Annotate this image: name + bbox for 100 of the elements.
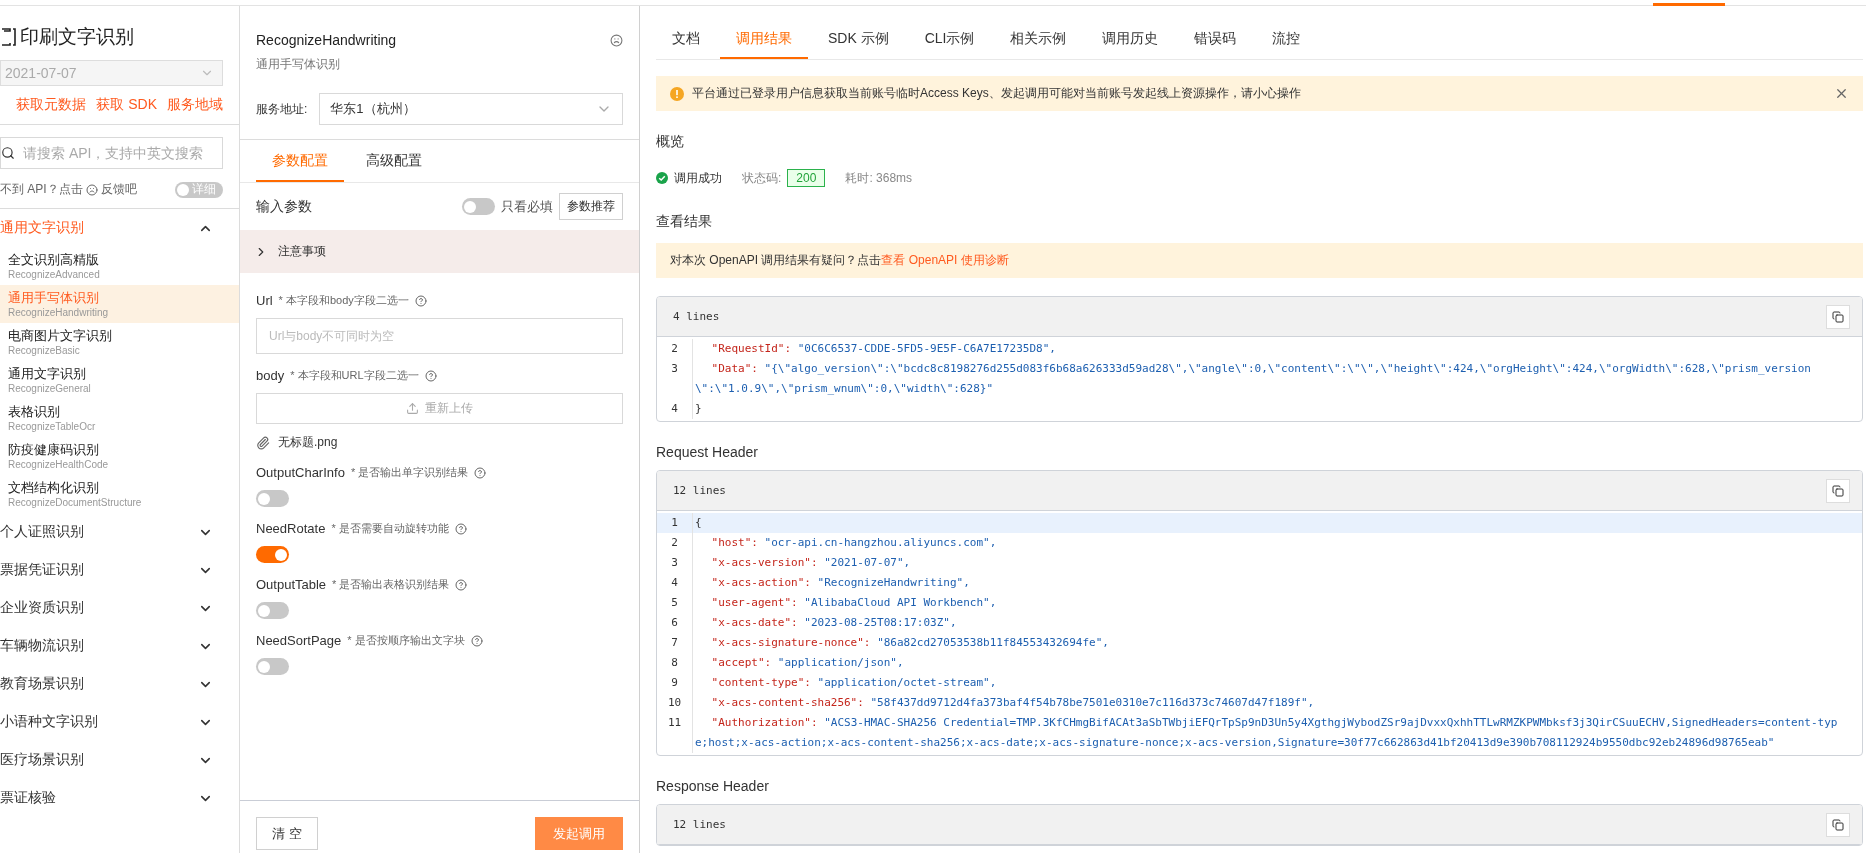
result-tab[interactable]: 相关示例 bbox=[994, 6, 1083, 59]
paperclip-icon bbox=[256, 435, 270, 450]
tab-underline bbox=[1653, 3, 1725, 6]
elapsed-time: 耗时: 368ms bbox=[845, 169, 913, 187]
param-name: NeedRotate bbox=[256, 521, 326, 536]
category-header[interactable]: 企业资质识别 bbox=[0, 589, 239, 627]
api-subtitle: 通用手写体识别 bbox=[256, 56, 341, 73]
close-icon[interactable] bbox=[1834, 86, 1849, 101]
category-header[interactable]: 教育场景识别 bbox=[0, 665, 239, 703]
frown-icon bbox=[85, 183, 98, 196]
category-label: 票据凭证识别 bbox=[0, 561, 84, 579]
search-field[interactable]: 请搜索 API，支持中英文搜索 bbox=[0, 137, 223, 169]
diagnosis-text: 对本次 OpenAPI 调用结果有疑问？点击 bbox=[670, 252, 882, 269]
frown-icon[interactable] bbox=[610, 33, 623, 47]
result-tab[interactable]: 调用历史 bbox=[1086, 6, 1175, 59]
feedback-link[interactable]: 反馈吧 bbox=[100, 181, 137, 198]
category-header[interactable]: 小语种文字识别 bbox=[0, 703, 239, 741]
param-note: * 是否输出单字识别结果 bbox=[350, 465, 469, 480]
url-input[interactable]: Url与body不可同时为空 bbox=[256, 318, 623, 354]
category-label: 企业资质识别 bbox=[0, 599, 84, 617]
param-name: Url bbox=[256, 293, 273, 308]
endpoint-label: 服务地址: bbox=[256, 100, 308, 118]
section-title: 概览 bbox=[656, 133, 685, 151]
toggle-switch[interactable] bbox=[256, 658, 289, 675]
param-note: * 是否输出表格识别结果 bbox=[332, 577, 450, 592]
result-tab[interactable]: 文档 bbox=[656, 6, 716, 59]
clear-button[interactable]: 清 空 bbox=[256, 817, 318, 850]
api-item[interactable]: 表格识别 RecognizeTableOcr bbox=[0, 399, 239, 437]
copy-button[interactable] bbox=[1826, 812, 1850, 837]
line-count: 4 lines bbox=[673, 310, 720, 323]
search-icon bbox=[1, 146, 15, 160]
switch-label: 只看必填 bbox=[501, 197, 553, 216]
line-number: 7 bbox=[657, 633, 693, 653]
line-number: 3 bbox=[657, 359, 693, 399]
line-number: 2 bbox=[657, 533, 693, 553]
api-item[interactable]: 通用文字识别 RecognizeGeneral bbox=[0, 361, 239, 399]
status-code-label: 状态码: bbox=[742, 169, 782, 187]
check-circle-icon bbox=[656, 172, 668, 184]
param-note: * 是否按顺序输出文字块 bbox=[347, 633, 465, 648]
line-number: 10 bbox=[657, 693, 693, 713]
category-header[interactable]: 票据凭证识别 bbox=[0, 551, 239, 589]
category-header[interactable]: 票证核验 bbox=[0, 779, 239, 817]
code-line: "accept": "application/json", bbox=[710, 655, 905, 671]
warning-text: 平台通过已登录用户信息获取当前账号临时Access Keys、发起调用可能对当前账号发起线上资源操作，请小心操作 bbox=[692, 85, 1302, 102]
product-title: 印刷文字识别 bbox=[20, 25, 134, 49]
category-label: 医疗场景识别 bbox=[0, 751, 84, 769]
help-icon bbox=[454, 522, 467, 535]
api-item[interactable]: 全文识别高精版 RecognizeAdvanced bbox=[0, 247, 239, 285]
code-line: "Data": "{\"algo_version\":\"bcdc8c8198276d255d083f6b68a626333d59ad28\",\"angle\":0,\"content\":\"\",\"height\":424,\"orgHeight\":424,\"orgWidth\":628,\"prism_version\":\"1.0.9\",\"prism_wnum\":0,\"width\":628}" bbox=[694, 361, 1812, 397]
param-note: * 本字段和URL字段二选一 bbox=[290, 368, 419, 383]
toggle-switch[interactable] bbox=[256, 490, 289, 507]
feedback-text: 不到 API？点击 bbox=[0, 181, 83, 198]
category-label: 车辆物流识别 bbox=[0, 637, 84, 655]
line-number: 5 bbox=[657, 593, 693, 613]
line-number: 11 bbox=[657, 713, 693, 753]
category-header[interactable]: 医疗场景识别 bbox=[0, 741, 239, 779]
help-icon bbox=[474, 466, 487, 479]
line-number: 9 bbox=[657, 673, 693, 693]
param-note: * 本字段和body字段二选一 bbox=[278, 293, 409, 308]
code-line: "host": "ocr-api.cn-hangzhou.aliyuncs.com", bbox=[710, 535, 998, 551]
category-label: 通用文字识别 bbox=[0, 219, 84, 237]
category-label: 个人证照识别 bbox=[0, 523, 84, 541]
copy-button[interactable] bbox=[1826, 304, 1850, 329]
result-tab[interactable]: CLI示例 bbox=[908, 6, 991, 59]
api-item[interactable]: 电商图片文字识别 RecognizeBasic bbox=[0, 323, 239, 361]
help-icon bbox=[414, 294, 427, 307]
param-name: body bbox=[256, 368, 285, 383]
line-number: 8 bbox=[657, 653, 693, 673]
code-line: "user-agent": "AlibabaCloud API Workbench", bbox=[710, 595, 998, 611]
endpoint-select[interactable]: 华东1（杭州） bbox=[319, 93, 623, 125]
result-tab[interactable]: 错误码 bbox=[1178, 6, 1253, 59]
line-number: 2 bbox=[657, 339, 693, 359]
api-item[interactable]: 防疫健康码识别 RecognizeHealthCode bbox=[0, 437, 239, 475]
code-line: { bbox=[694, 515, 703, 531]
line-number: 4 bbox=[657, 399, 693, 419]
result-tab[interactable]: 流控 bbox=[1256, 6, 1317, 59]
api-item[interactable]: 文档结构化识别 RecognizeDocumentStructure bbox=[0, 475, 239, 513]
line-count: 12 lines bbox=[673, 484, 726, 497]
code-line: "x-acs-content-sha256": "58f437dd9712d4fa373baf4f54b78be7501e0310e7c116d373c74607d47f189f", bbox=[710, 695, 1316, 711]
section-title: Request Header bbox=[656, 444, 759, 460]
toggle-switch[interactable] bbox=[256, 546, 289, 563]
config-tab[interactable]: 高级配置 bbox=[350, 140, 438, 182]
code-line: "x-acs-version": "2021-07-07", bbox=[710, 555, 912, 571]
category-header[interactable]: 车辆物流识别 bbox=[0, 627, 239, 665]
logo-icon bbox=[0, 27, 16, 47]
category-header[interactable]: 个人证照识别 bbox=[0, 513, 239, 551]
status-text: 调用成功 bbox=[674, 169, 722, 187]
copy-button[interactable] bbox=[1826, 478, 1850, 503]
notes-panel[interactable]: 注意事项 bbox=[240, 230, 639, 273]
line-number: 1 bbox=[657, 513, 693, 533]
code-line: } bbox=[694, 401, 703, 417]
recommend-button[interactable]: 参数推荐 bbox=[559, 193, 623, 220]
param-name: OutputTable bbox=[256, 577, 327, 592]
toggle-switch[interactable] bbox=[462, 198, 495, 215]
section-title: Response Header bbox=[656, 778, 770, 794]
code-line: "Authorization": "ACS3-HMAC-SHA256 Credential=TMP.3KfCHmgBifACAt3aSbTWbjiEFQrTpSp9nD3Un5y4XgthgjWybodZSr9ajDvxxQxhhTTLwRMZKPWMbksf3j3QirCSuuECHV,SignedHeaders=content-type;host;x-acs-action;x-acs-content-sha256;x-acs-date;x-acs-signature-nonce;x-acs-version,Signature=30f77c662863d41bf20413d9e390b708112924b9550dbc92eb24896d98765eab" bbox=[694, 715, 1839, 751]
status-code: 200 bbox=[787, 169, 826, 187]
result-tab[interactable]: SDK 示例 bbox=[812, 6, 905, 59]
toggle-switch[interactable] bbox=[256, 602, 289, 619]
category-label: 票证核验 bbox=[0, 789, 56, 807]
